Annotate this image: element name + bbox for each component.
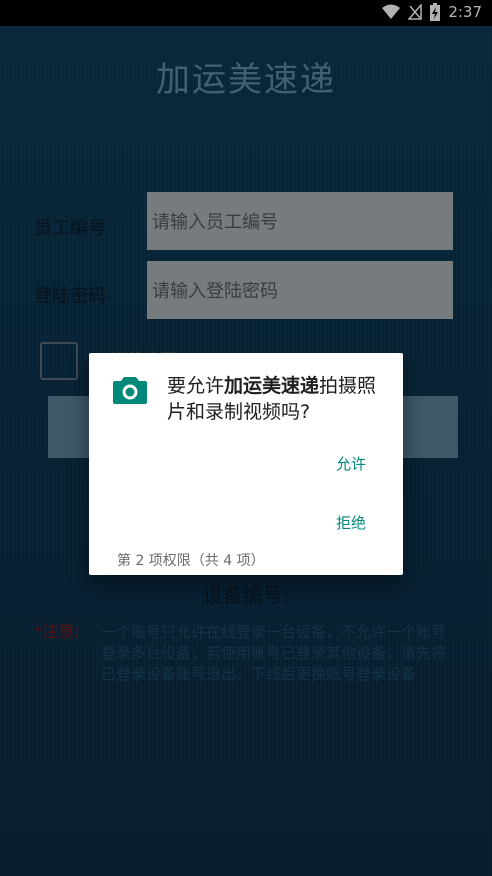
dialog-message: 要允许加运美速递拍摄照片和录制视频吗? bbox=[167, 373, 395, 425]
dialog-app-name: 加运美速递 bbox=[224, 375, 320, 397]
camera-icon bbox=[113, 375, 147, 409]
permission-dialog: 要允许加运美速递拍摄照片和录制视频吗? 允许 拒绝 第 2 项权限（共 4 项） bbox=[89, 353, 403, 575]
permission-counter: 第 2 项权限（共 4 项） bbox=[117, 553, 265, 569]
deny-button[interactable]: 拒绝 bbox=[336, 512, 366, 533]
allow-button[interactable]: 允许 bbox=[336, 453, 366, 474]
dialog-msg-prefix: 要允许 bbox=[167, 375, 225, 397]
